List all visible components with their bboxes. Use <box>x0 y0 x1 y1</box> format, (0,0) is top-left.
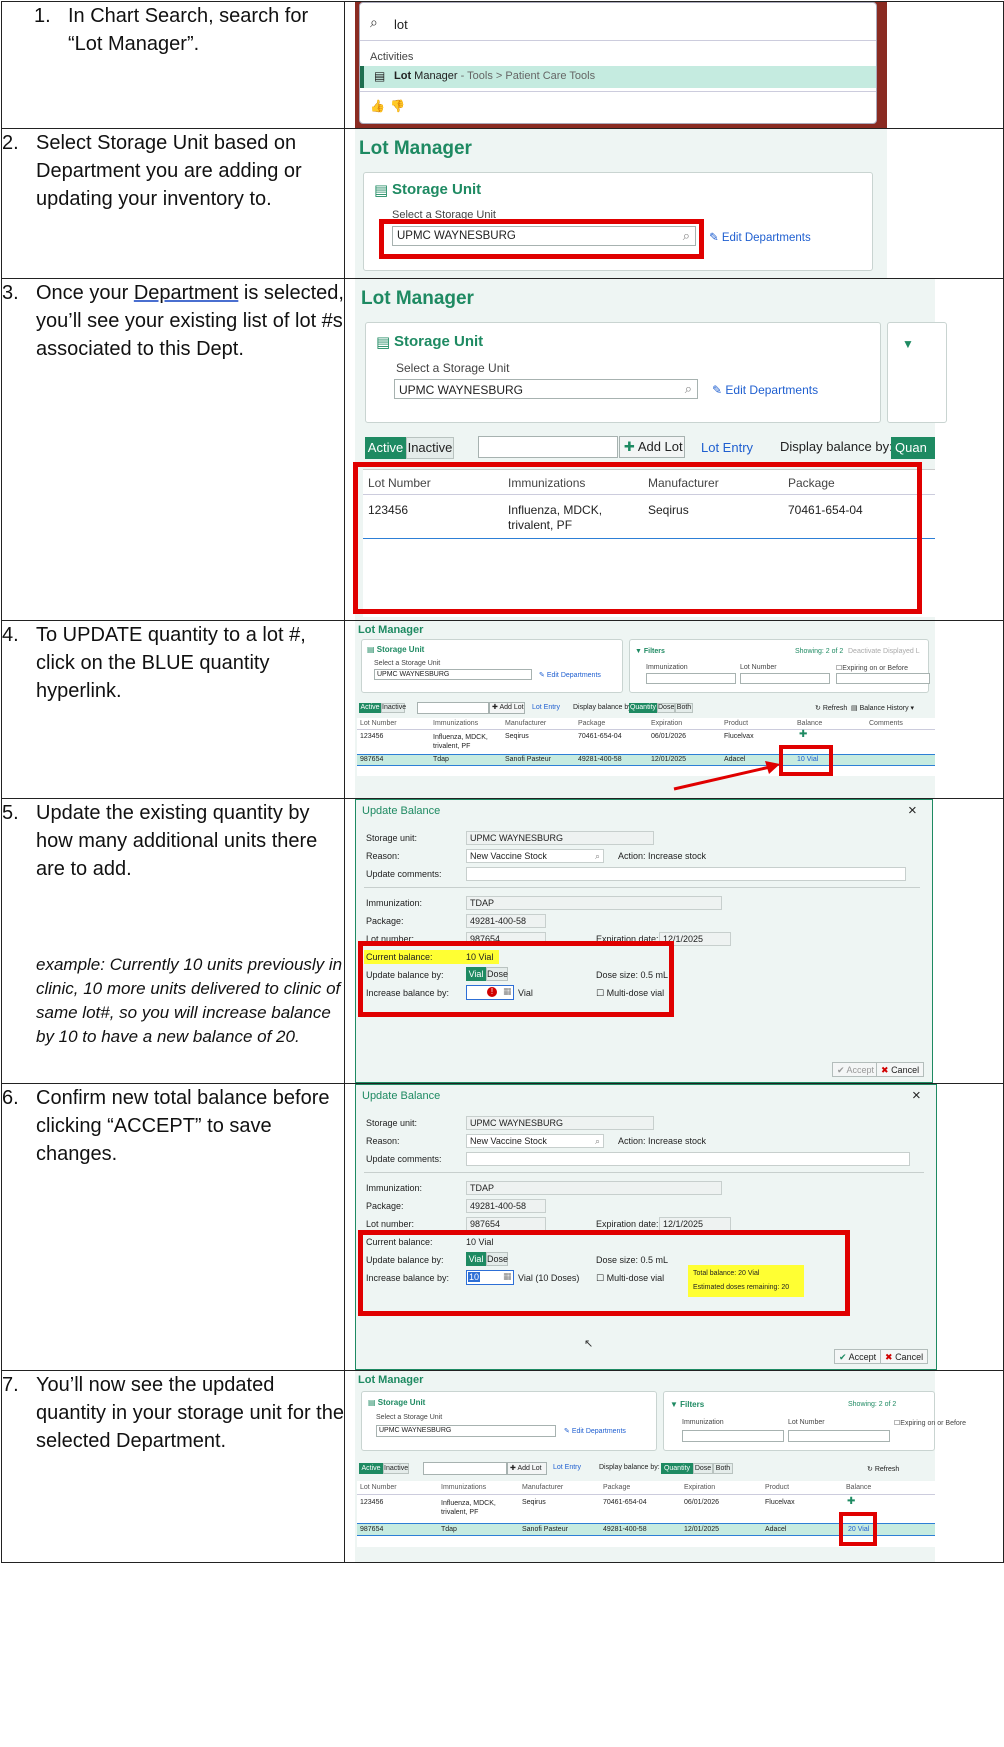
edit-departments-link[interactable]: ✎ Edit Departments <box>712 383 818 397</box>
update-balance-dialog: Update Balance × Storage unit: UPMC WAYN… <box>355 799 933 1083</box>
instructions-table: 1. In Chart Search, search for “Lot Manag… <box>1 1 1004 1563</box>
add-lot-button[interactable]: ✚ Add Lot <box>619 436 685 458</box>
storage-icon: ▤ <box>374 182 389 199</box>
close-icon[interactable]: × <box>908 802 917 819</box>
search-icon: ⌕ <box>684 381 692 396</box>
callout-box <box>839 1512 877 1546</box>
pointer-arrow <box>673 761 780 791</box>
step-row-1: 1. In Chart Search, search for “Lot Manag… <box>1 1 1004 129</box>
step-row-7: 7. You’ll now see the updated quantity in… <box>1 1370 1004 1563</box>
step-number: 1. <box>34 5 51 27</box>
storage-unit-input[interactable]: UPMC WAYNESBURG ⌕ <box>394 379 698 399</box>
step-row-3: 3. Once your Department is selected, you’… <box>1 278 1004 621</box>
page-title: Lot Manager <box>359 138 472 159</box>
step-row-5: 5. Update the existing quantity by how ma… <box>1 798 1004 1084</box>
close-icon[interactable]: × <box>912 1087 921 1104</box>
search-icon: ⌕ <box>370 14 378 30</box>
section-label: Activities <box>370 51 414 63</box>
table-row: 987654 Tdap Sanofi Pasteur 49281-400-58 … <box>357 754 935 766</box>
storage-icon: ▤ <box>376 334 391 351</box>
inactive-toggle[interactable]: Inactive <box>406 437 454 459</box>
search-popup: ⌕ lot Activities ▤ Lot Manager - Tools >… <box>359 2 877 124</box>
lot-entry-link[interactable]: Lot Entry <box>701 440 753 455</box>
example-note: example: Currently 10 units previously i… <box>36 955 343 1046</box>
active-toggle[interactable]: Active <box>365 437 406 459</box>
callout-box <box>358 1230 850 1316</box>
callout-box <box>779 745 833 776</box>
callout-box <box>358 941 674 1017</box>
step-text-cell: 1. In Chart Search, search for “Lot Manag… <box>1 1 345 129</box>
callout-box <box>353 462 922 614</box>
filters-panel: ▼ <box>887 322 947 423</box>
search-input[interactable]: lot <box>394 17 408 32</box>
screenshot-cell: ⌕ lot Activities ▤ Lot Manager - Tools >… <box>344 1 1004 129</box>
add-balance-icon[interactable]: ✚ <box>847 1496 855 1507</box>
update-balance-dialog: Update Balance × Storage unit: UPMC WAYN… <box>355 1084 937 1370</box>
callout-box <box>379 219 704 259</box>
mouse-cursor-icon: ↖ <box>584 1338 594 1350</box>
thumbs-up-icon[interactable]: 👍 <box>370 99 385 113</box>
lot-filter-input[interactable] <box>478 436 618 458</box>
step-row-6: 6. Confirm new total balance before click… <box>1 1083 1004 1371</box>
thumbs-down-icon[interactable]: 👎 <box>390 99 405 113</box>
search-result[interactable]: ▤ Lot Manager - Tools > Patient Care Too… <box>360 66 876 88</box>
page-title: Lot Manager <box>361 288 474 309</box>
quantity-toggle[interactable]: Quan <box>891 437 935 459</box>
tools-icon: ▤ <box>374 69 386 83</box>
add-balance-icon[interactable]: ✚ <box>799 729 807 740</box>
step-row-2: 2. Select Storage Unit based on Departmen… <box>1 128 1004 279</box>
filter-icon: ▼ <box>902 337 914 351</box>
filters-panel: ▼ Filters Showing: 2 of 2 Deactivate Dis… <box>629 639 930 693</box>
filters-panel: ▼ Filters Showing: 2 of 2 Immunization L… <box>663 1391 966 1451</box>
storage-unit-panel: ▤ Storage Unit Select a Storage Unit UPM… <box>365 322 881 423</box>
plus-icon: ✚ <box>624 439 635 454</box>
lot-table: Lot Number Immunizations Manufacturer Pa… <box>357 718 935 776</box>
edit-departments-link[interactable]: ✎ Edit Departments <box>709 230 811 244</box>
step-row-4: 4. To UPDATE quantity to a lot #, click o… <box>1 620 1004 799</box>
step-text: In Chart Search, search for “Lot Manager… <box>68 5 309 55</box>
